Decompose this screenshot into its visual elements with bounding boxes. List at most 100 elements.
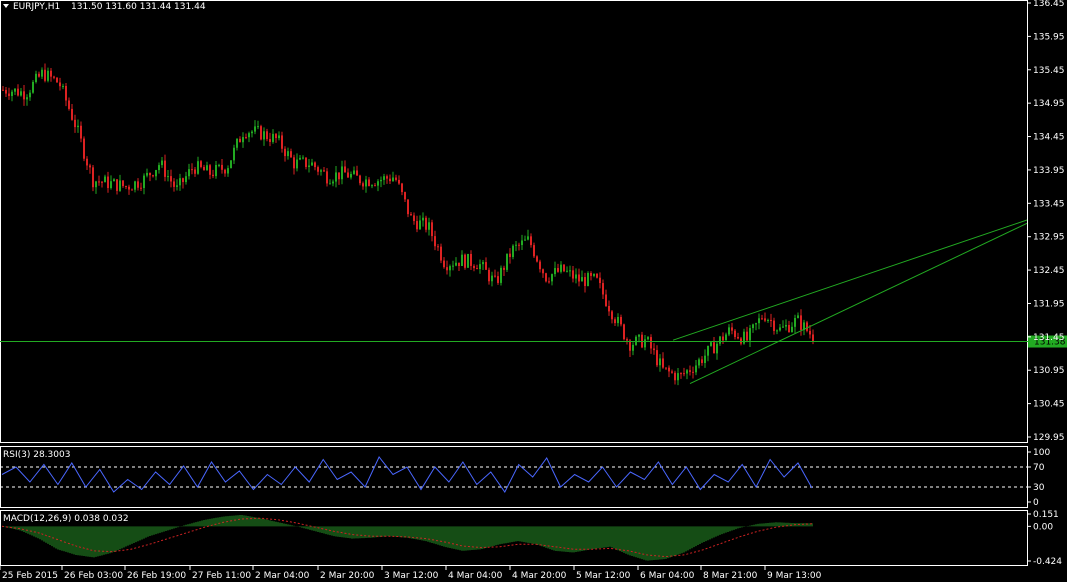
candle-body (773, 320, 775, 331)
candle-body (566, 270, 568, 272)
candle-body (233, 147, 235, 161)
candle-body (620, 316, 622, 325)
candle-body (551, 274, 553, 282)
candle-body (371, 185, 373, 187)
candle-body (785, 324, 787, 327)
candle-body (806, 322, 808, 331)
candle-body (674, 372, 676, 381)
candle-body (176, 185, 178, 187)
candle-body (635, 336, 637, 345)
candle-body (59, 82, 61, 87)
candle-body (335, 172, 337, 182)
candle-body (395, 177, 397, 180)
candle-body (386, 176, 388, 179)
time-tick-label: 5 Mar 12:00 (576, 571, 631, 581)
candle-body (350, 173, 352, 178)
candle-body (80, 125, 82, 139)
price-tick-label: 130.45 (1033, 400, 1065, 410)
candle-body (275, 133, 277, 139)
candle-body (260, 126, 262, 140)
candle-body (23, 91, 25, 100)
candle-body (614, 319, 616, 324)
candle-body (287, 151, 289, 157)
candle-body (491, 275, 493, 282)
candle-body (248, 133, 250, 138)
time-tick-label: 27 Feb 11:00 (192, 571, 251, 581)
candle-body (68, 100, 70, 109)
time-tick-label: 26 Feb 03:00 (64, 571, 123, 581)
candle-body (425, 217, 427, 230)
candle-body (704, 355, 706, 363)
rsi-tick-label: 100 (1033, 448, 1050, 458)
candle-body (761, 318, 763, 320)
candle-body (155, 170, 157, 177)
time-tick-label: 6 Mar 04:00 (640, 571, 695, 581)
candle-body (296, 159, 298, 169)
time-tick-label: 2 Mar 20:00 (320, 571, 375, 581)
candle-body (401, 183, 403, 193)
candle-body (626, 339, 628, 341)
candle-body (182, 178, 184, 183)
candle-body (71, 108, 73, 120)
candle-body (326, 171, 328, 184)
candle-body (239, 138, 241, 143)
candle-body (341, 166, 343, 180)
candle-body (539, 261, 541, 270)
rsi-tick-label: 30 (1033, 483, 1045, 493)
candle-body (116, 179, 118, 191)
candle-body (269, 139, 271, 142)
candle-body (332, 181, 334, 184)
candle-body (764, 318, 766, 321)
candle-body (557, 268, 559, 272)
candle-body (500, 267, 502, 283)
candle-body (590, 272, 592, 276)
macd-label: MACD(12,26,9) 0.038 0.032 (3, 514, 129, 524)
candle-body (782, 326, 784, 328)
candle-body (578, 274, 580, 282)
time-tick-label: 8 Mar 21:00 (703, 571, 758, 581)
symbol-header[interactable]: EURJPY,H1 131.50 131.60 131.44 131.44 (3, 2, 206, 12)
candle-body (659, 358, 661, 366)
trading-chart[interactable]: 131.38 136.45135.95135.45134.95134.45133… (0, 0, 1067, 582)
candle-body (581, 277, 583, 282)
candle-body (647, 337, 649, 340)
candle-body (380, 179, 382, 182)
candle-body (167, 176, 169, 178)
candle-body (161, 160, 163, 166)
candle-body (686, 370, 688, 374)
candle-body (224, 169, 226, 174)
candle-body (446, 267, 448, 271)
price-tick-label: 130.95 (1033, 366, 1065, 376)
candle-body (374, 185, 376, 187)
candle-body (8, 93, 10, 96)
candle-body (605, 294, 607, 306)
candle-body (770, 319, 772, 321)
time-tick-label: 4 Mar 04:00 (448, 571, 503, 581)
candle-body (146, 172, 148, 176)
price-tick-label: 135.95 (1033, 32, 1065, 42)
candle-body (467, 253, 469, 268)
price-tick-label: 131.95 (1033, 299, 1065, 309)
candle-body (47, 70, 49, 81)
candle-body (515, 244, 517, 246)
candle-body (320, 170, 322, 172)
candle-body (584, 277, 586, 287)
candle-body (794, 318, 796, 327)
candle-body (503, 267, 505, 270)
candle-body (749, 328, 751, 341)
macd-tick-label: 0.151 (1033, 510, 1059, 520)
candle-body (734, 330, 736, 337)
candle-body (293, 157, 295, 169)
rsi-tick-label: 0 (1033, 498, 1039, 508)
candle-body (179, 178, 181, 186)
candle-body (572, 270, 574, 279)
candle-body (308, 165, 310, 168)
candle-body (602, 283, 604, 295)
candle-body (29, 92, 31, 98)
candle-body (416, 221, 418, 230)
candle-body (545, 273, 547, 282)
candle-body (368, 179, 370, 186)
candle-body (191, 169, 193, 171)
candle-body (365, 179, 367, 187)
candle-body (461, 254, 463, 267)
